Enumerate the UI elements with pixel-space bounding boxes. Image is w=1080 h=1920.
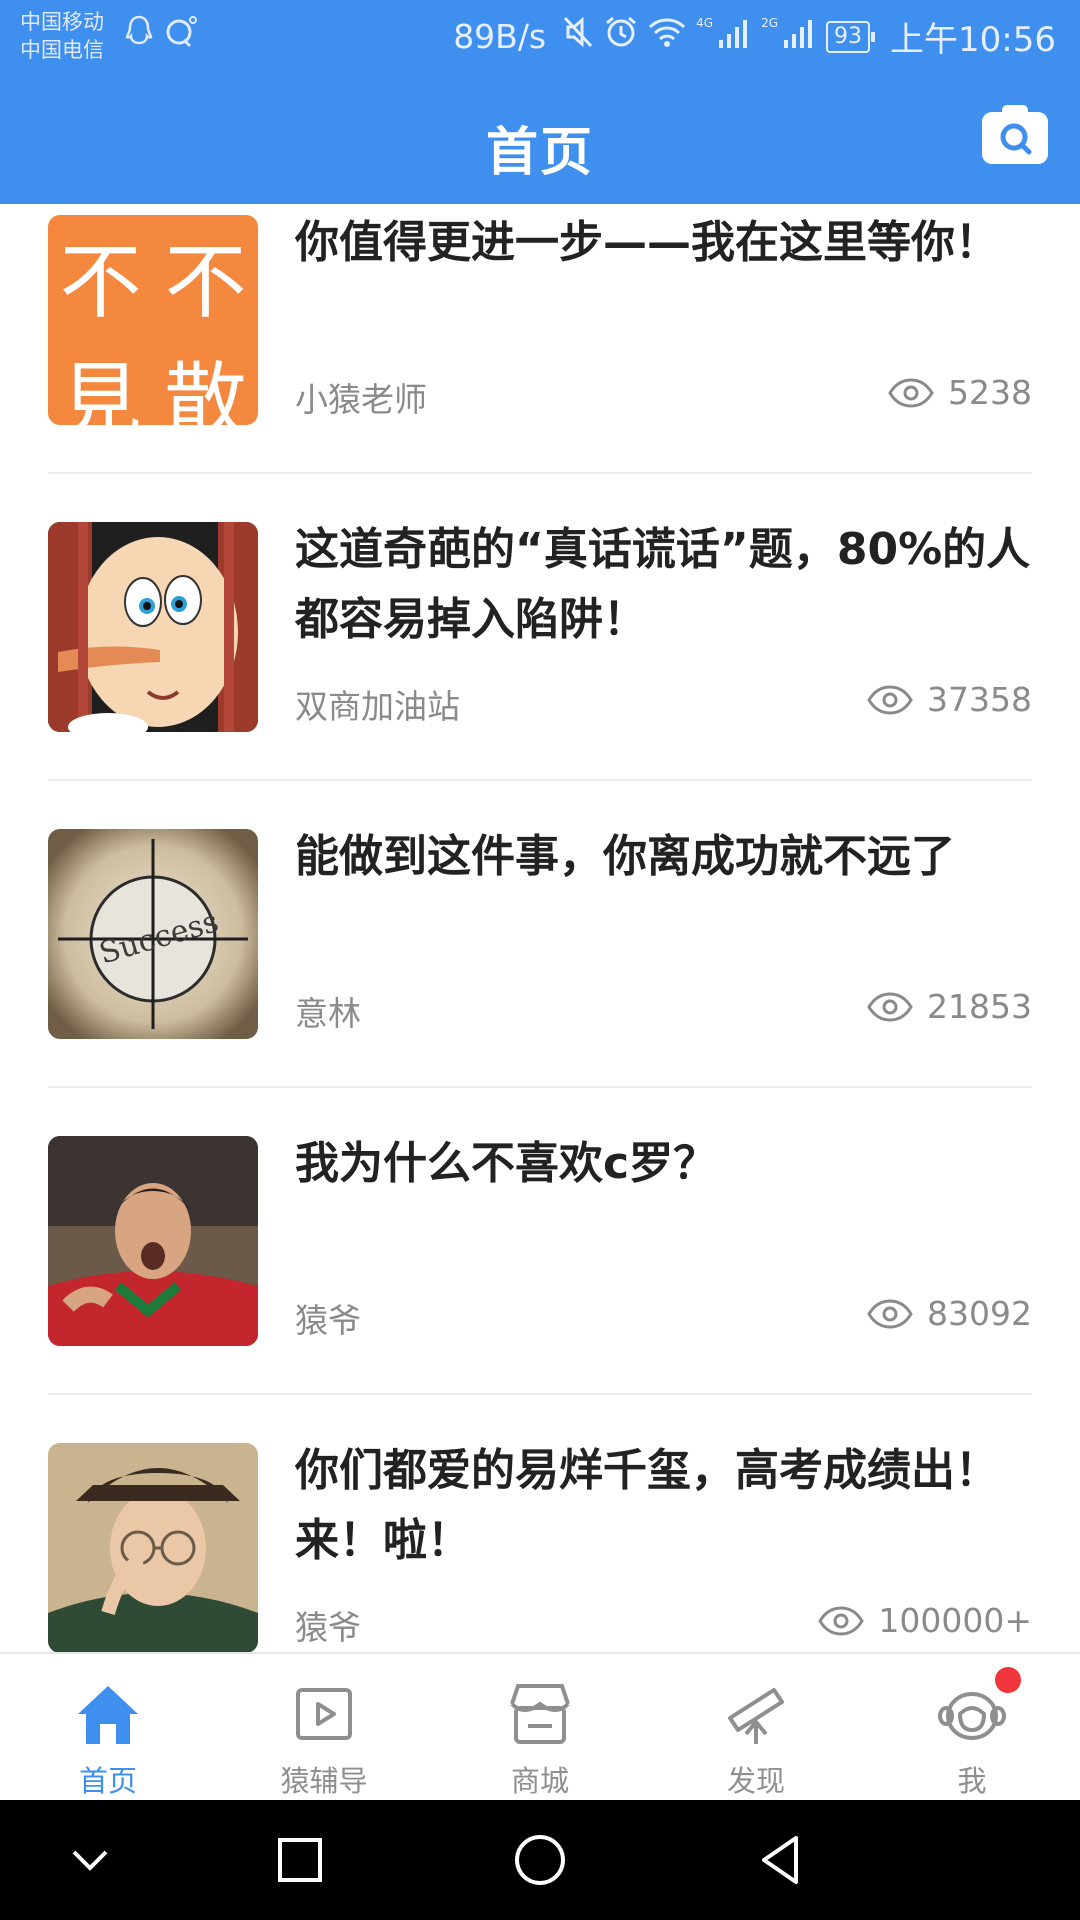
recent-apps-square-icon[interactable] [270, 1830, 330, 1890]
qq-penguin-icon [124, 14, 154, 52]
network-type-2g: 2G [761, 15, 779, 30]
network-type-4g: 4G [696, 15, 714, 30]
nav-tutoring[interactable]: 猿辅导 [216, 1654, 432, 1802]
nav-home[interactable]: 首页 [0, 1654, 216, 1802]
view-count: 100000+ [818, 1601, 1032, 1640]
article-title[interactable]: 你值得更进一步——我在这里等你！ [295, 208, 1035, 278]
article-card[interactable]: 这道奇葩的“真话谎话”题，80%的人都容易掉入陷阱！ 双商加油站 37358 [0, 515, 1080, 822]
article-title[interactable]: 你们都爱的易烊千玺，高考成绩出！来！啦！ [295, 1436, 1035, 1576]
view-count-value: 21853 [927, 987, 1032, 1026]
nav-store[interactable]: 商城 [432, 1654, 648, 1802]
nav-me[interactable]: 我 [864, 1654, 1080, 1802]
article-card[interactable]: Success 能做到这件事，你离成功就不远了 意林 21853 [0, 822, 1080, 1129]
soccer-player-image [48, 1136, 258, 1346]
alarm-icon [604, 15, 638, 58]
home-circle-icon[interactable] [510, 1830, 570, 1890]
article-card[interactable]: 我为什么不喜欢c罗？ 猿爷 83092 [0, 1129, 1080, 1436]
eye-icon [818, 1605, 865, 1636]
mute-icon [562, 15, 594, 58]
view-count: 37358 [867, 680, 1032, 719]
eye-icon [867, 684, 913, 715]
home-icon [78, 1686, 138, 1744]
nav-label: 首页 [78, 1764, 137, 1798]
article-title[interactable]: 我为什么不喜欢c罗？ [295, 1129, 1035, 1199]
back-triangle-icon[interactable] [750, 1830, 810, 1890]
divider [48, 472, 1032, 474]
message-icon [164, 14, 200, 52]
notification-badge [992, 1664, 1024, 1696]
eye-icon [867, 1298, 913, 1329]
signal-icon-1 [717, 17, 751, 57]
view-count-value: 83092 [927, 1294, 1032, 1333]
view-count-value: 5238 [948, 373, 1032, 412]
nav-discover[interactable]: 发现 [648, 1654, 864, 1802]
divider [48, 1393, 1032, 1395]
video-play-icon [296, 1688, 352, 1740]
article-title[interactable]: 这道奇葩的“真话谎话”题，80%的人都容易掉入陷阱！ [295, 515, 1035, 655]
view-count: 83092 [867, 1294, 1032, 1333]
divider [48, 779, 1032, 781]
carrier-1: 中国移动 [20, 10, 104, 34]
divider [48, 1086, 1032, 1088]
article-thumbnail: 不 不 見 散 [48, 215, 258, 425]
bottom-navigation: 首页 猿辅导 商城 发现 我 [0, 1652, 1080, 1802]
view-count-value: 37358 [927, 680, 1032, 719]
carrier-2: 中国电信 [20, 38, 104, 62]
young-man-portrait-image [48, 1443, 258, 1652]
article-title[interactable]: 能做到这件事，你离成功就不远了 [295, 822, 1035, 892]
article-feed[interactable]: 不 不 見 散 你值得更进一步——我在这里等你！ 小猿老师 5238 这道奇葩的… [0, 204, 1080, 1652]
store-icon [510, 1684, 570, 1744]
app-header: 首页 [0, 80, 1080, 204]
page-title: 首页 [485, 123, 594, 183]
camera-search-button[interactable] [982, 105, 1048, 164]
article-card[interactable]: 你们都爱的易烊千玺，高考成绩出！来！啦！ 猿爷 100000+ [0, 1436, 1080, 1652]
status-bar: 中国移动 中国电信 89B/s 4G 2G 93 上午10:56 [0, 0, 1080, 80]
article-author: 意林 [295, 994, 361, 1033]
status-indicators: 89B/s 4G 2G 93 上午10:56 [453, 12, 1056, 61]
thumb-char: 不 [59, 235, 142, 330]
wifi-icon [648, 16, 686, 57]
carrier-info: 中国移动 中国电信 [20, 8, 104, 64]
success-target-image: Success [48, 829, 258, 1039]
nav-label: 我 [957, 1764, 987, 1798]
cartoon-puppet-image [48, 522, 258, 732]
network-speed: 89B/s [453, 17, 547, 56]
view-count-value: 100000+ [878, 1601, 1032, 1640]
nav-label: 猿辅导 [280, 1764, 368, 1798]
view-count: 5238 [888, 373, 1032, 412]
telescope-icon [728, 1688, 784, 1744]
system-navigation-bar [0, 1800, 1080, 1920]
eye-icon [867, 991, 913, 1022]
search-icon [1000, 123, 1032, 155]
signal-icon-2 [782, 17, 816, 57]
thumb-char: 不 [164, 235, 247, 330]
article-author: 双商加油站 [295, 687, 460, 726]
nav-label: 商城 [510, 1764, 569, 1798]
eye-icon [888, 377, 934, 408]
thumb-char: 見 [59, 354, 142, 425]
article-author: 猿爷 [295, 1301, 361, 1340]
nav-label: 发现 [726, 1764, 785, 1798]
article-author: 小猿老师 [295, 380, 427, 419]
view-count: 21853 [867, 987, 1032, 1026]
clock: 上午10:56 [890, 20, 1056, 60]
article-author: 猿爷 [295, 1608, 361, 1647]
thumb-char: 散 [164, 354, 247, 425]
collapse-chevron-icon[interactable] [60, 1830, 120, 1890]
battery-indicator: 93 [826, 20, 876, 53]
article-card[interactable]: 不 不 見 散 你值得更进一步——我在这里等你！ 小猿老师 5238 [0, 208, 1080, 515]
